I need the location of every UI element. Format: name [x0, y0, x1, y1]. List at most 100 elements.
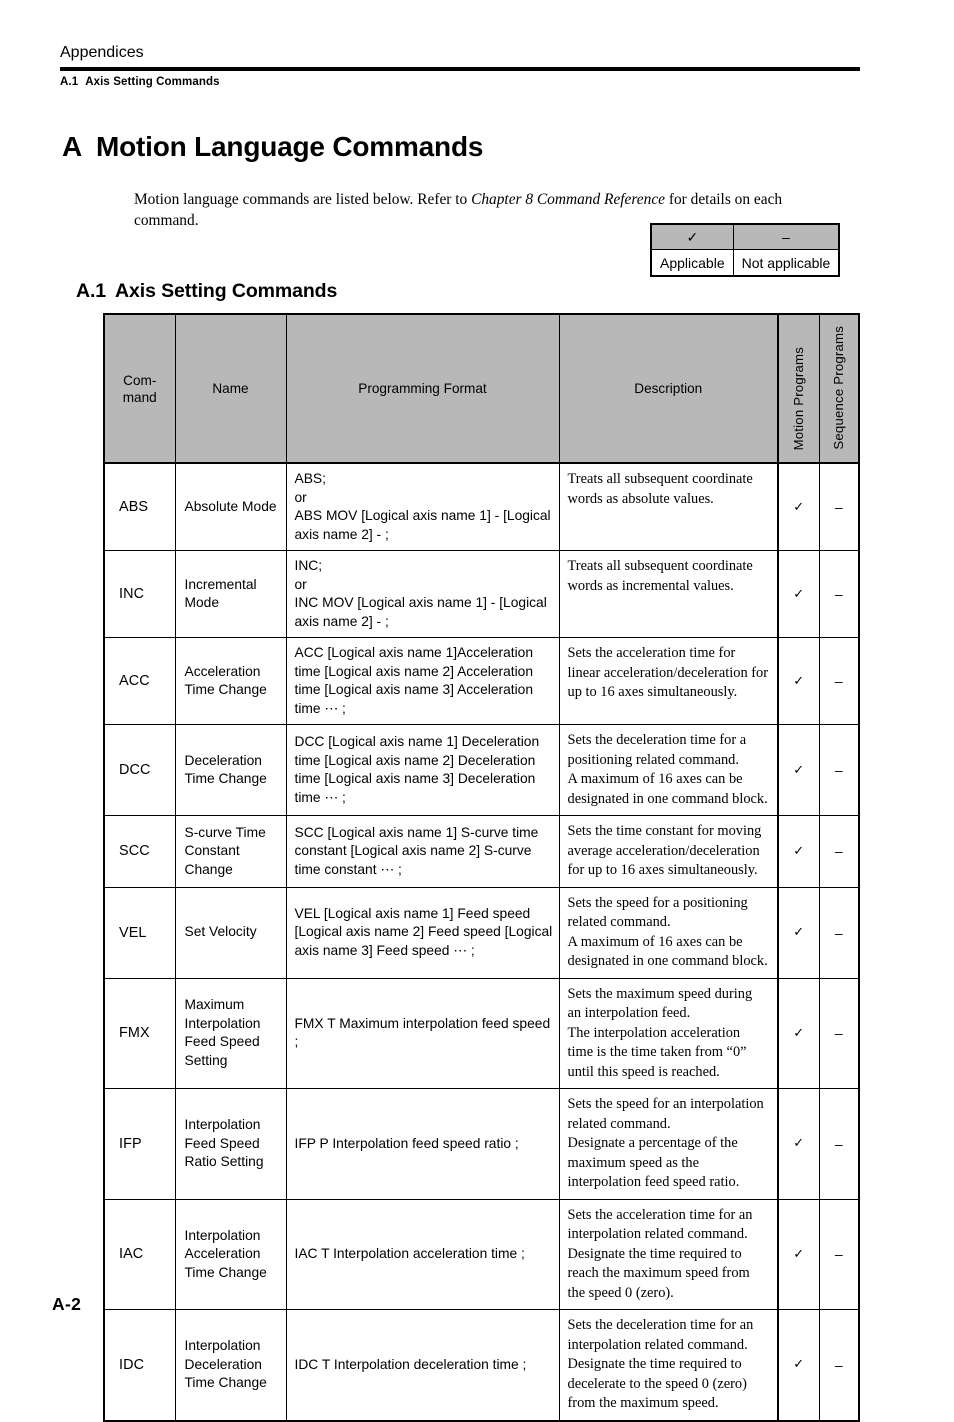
- cell-name: Set Velocity: [174, 886, 287, 979]
- table-row: FMX Maximum Interpolation Feed Speed Sett…: [103, 977, 860, 1089]
- cell-sequence-mark: –: [818, 815, 860, 888]
- chapter-label: A: [62, 131, 83, 162]
- cell-command: IAC: [103, 1198, 176, 1310]
- cell-name: Deceleration Time Change: [174, 724, 287, 816]
- header-rule: [60, 67, 860, 71]
- legend-dash-label: Not applicable: [732, 249, 840, 277]
- cell-description: Sets the deceleration time for a positio…: [558, 724, 779, 816]
- cell-description: Sets the speed for a positioning related…: [558, 886, 779, 979]
- chapter-title-text: Motion Language Commands: [96, 131, 484, 162]
- cell-format: FMX T Maximum interpolation feed speed ;: [285, 977, 560, 1089]
- cell-sequence-mark: –: [818, 886, 860, 979]
- table-row: ACC Acceleration Time Change ACC [Logical …: [103, 637, 860, 725]
- cell-motion-mark: ✓: [777, 462, 820, 551]
- cell-motion-mark: ✓: [777, 724, 820, 816]
- legend-table: ✓ – Applicable Not applicable: [650, 223, 841, 277]
- table-row: IDC Interpolation Deceleration Time Chang…: [103, 1309, 860, 1422]
- cell-motion-mark: ✓: [777, 550, 820, 638]
- cell-sequence-mark: –: [818, 1198, 860, 1310]
- cell-format: INC; or INC MOV [Logical axis name 1] - [L…: [285, 550, 560, 638]
- cell-format: SCC [Logical axis name 1] S-curve time c…: [285, 815, 560, 888]
- column-header-description: Description: [558, 313, 779, 464]
- cell-name: Acceleration Time Change: [174, 637, 287, 725]
- cell-description: Sets the maximum speed during an interpo…: [558, 977, 779, 1089]
- cell-name: Interpolation Deceleration Time Change: [174, 1309, 287, 1422]
- cell-sequence-mark: –: [818, 977, 860, 1089]
- column-header-sequence-programs: Sequence Programs: [818, 313, 860, 464]
- cell-description: Sets the speed for an interpolation rela…: [558, 1088, 779, 1200]
- column-header-command-line1: Com-: [123, 372, 157, 388]
- cell-name: Absolute Mode: [174, 462, 287, 551]
- section-number: A.1: [76, 280, 107, 302]
- cell-command: FMX: [103, 977, 176, 1089]
- column-header-motion-programs-text: Motion Programs: [791, 346, 807, 450]
- cell-motion-mark: ✓: [777, 886, 820, 979]
- cell-sequence-mark: –: [818, 637, 860, 725]
- intro-italic-reference: Chapter 8 Command Reference: [471, 191, 665, 209]
- table-body: ABS Absolute Mode ABS; or ABS MOV [Logical a…: [103, 462, 860, 1422]
- cell-command: SCC: [103, 815, 176, 888]
- table-row: IAC Interpolation Acceleration Time Chang…: [103, 1198, 860, 1310]
- section-title: Axis Setting Commands: [115, 280, 338, 302]
- cell-command: INC: [103, 550, 176, 638]
- cell-command: ACC: [103, 637, 176, 725]
- cell-sequence-mark: –: [818, 1088, 860, 1200]
- cell-format: IAC T Interpolation acceleration time ;: [285, 1198, 560, 1310]
- intro-text-before: Motion language commands are listed belo…: [134, 191, 472, 209]
- cell-format: ABS; or ABS MOV [Logical axis name 1] - [L…: [285, 462, 560, 551]
- cell-motion-mark: ✓: [777, 1309, 820, 1422]
- table-row: INC Incremental Mode INC; or INC MOV [Logica…: [103, 550, 860, 638]
- running-subsection-title: Axis Setting Commands: [85, 76, 220, 88]
- page-title: A Motion Language Commands: [62, 131, 483, 163]
- cell-sequence-mark: –: [818, 1309, 860, 1422]
- cell-motion-mark: ✓: [777, 1198, 820, 1310]
- table-header-row: Com- mand Name Programming Format Descri…: [103, 313, 860, 464]
- running-subsection: A.1 Axis Setting Commands: [60, 76, 860, 88]
- cell-description: Sets the deceleration time for an interp…: [558, 1309, 779, 1422]
- legend-symbol-row: ✓ –: [650, 223, 840, 250]
- cell-command: IFP: [103, 1088, 176, 1200]
- cell-name: S-curve Time Constant Change: [174, 815, 287, 888]
- legend-check-symbol: ✓: [650, 223, 734, 250]
- cell-format: DCC [Logical axis name 1] Deceleration t…: [285, 724, 560, 816]
- column-header-command-line2: mand: [122, 389, 157, 405]
- cell-sequence-mark: –: [818, 724, 860, 816]
- cell-sequence-mark: –: [818, 550, 860, 638]
- table-row: VEL Set Velocity VEL [Logical axis name 1]…: [103, 886, 860, 979]
- cell-motion-mark: ✓: [777, 815, 820, 888]
- column-header-format: Programming Format: [285, 313, 560, 464]
- axis-setting-commands-table: Com- mand Name Programming Format Descri…: [103, 313, 860, 1422]
- cell-format: VEL [Logical axis name 1] Feed speed [Lo…: [285, 886, 560, 979]
- page-number: A-2: [52, 1294, 82, 1314]
- cell-command: DCC: [103, 724, 176, 816]
- cell-motion-mark: ✓: [777, 637, 820, 725]
- cell-description: Treats all subsequent coordinate words a…: [558, 550, 779, 638]
- cell-description: Treats all subsequent coordinate words a…: [558, 462, 779, 551]
- table-row: IFP Interpolation Feed Speed Ratio Settin…: [103, 1088, 860, 1200]
- cell-command: VEL: [103, 886, 176, 979]
- cell-motion-mark: ✓: [777, 977, 820, 1089]
- column-header-motion-programs: Motion Programs: [777, 313, 820, 464]
- cell-name: Interpolation Acceleration Time Change: [174, 1198, 287, 1310]
- cell-name: Interpolation Feed Speed Ratio Setting: [174, 1088, 287, 1200]
- legend-dash-symbol: –: [732, 223, 840, 250]
- cell-format: ACC [Logical axis name 1]Acceleration ti…: [285, 637, 560, 725]
- cell-motion-mark: ✓: [777, 1088, 820, 1200]
- column-header-name: Name: [174, 313, 287, 464]
- cell-command: ABS: [103, 462, 176, 551]
- cell-description: Sets the acceleration time for an interp…: [558, 1198, 779, 1310]
- cell-description: Sets the acceleration time for linear ac…: [558, 637, 779, 725]
- table-row: SCC S-curve Time Constant Change SCC [Logi…: [103, 815, 860, 888]
- legend-label-row: Applicable Not applicable: [650, 249, 840, 277]
- cell-name: Maximum Interpolation Feed Speed Setting: [174, 977, 287, 1089]
- cell-sequence-mark: –: [818, 462, 860, 551]
- section-heading: A.1 Axis Setting Commands: [76, 280, 337, 303]
- running-header: Appendices A.1 Axis Setting Commands: [60, 44, 860, 88]
- table-row: ABS Absolute Mode ABS; or ABS MOV [Logical a…: [103, 462, 860, 551]
- column-header-command: Com- mand: [103, 313, 176, 464]
- cell-command: IDC: [103, 1309, 176, 1422]
- cell-format: IDC T Interpolation deceleration time ;: [285, 1309, 560, 1422]
- cell-description: Sets the time constant for moving averag…: [558, 815, 779, 888]
- cell-name: Incremental Mode: [174, 550, 287, 638]
- cell-format: IFP P Interpolation feed speed ratio ;: [285, 1088, 560, 1200]
